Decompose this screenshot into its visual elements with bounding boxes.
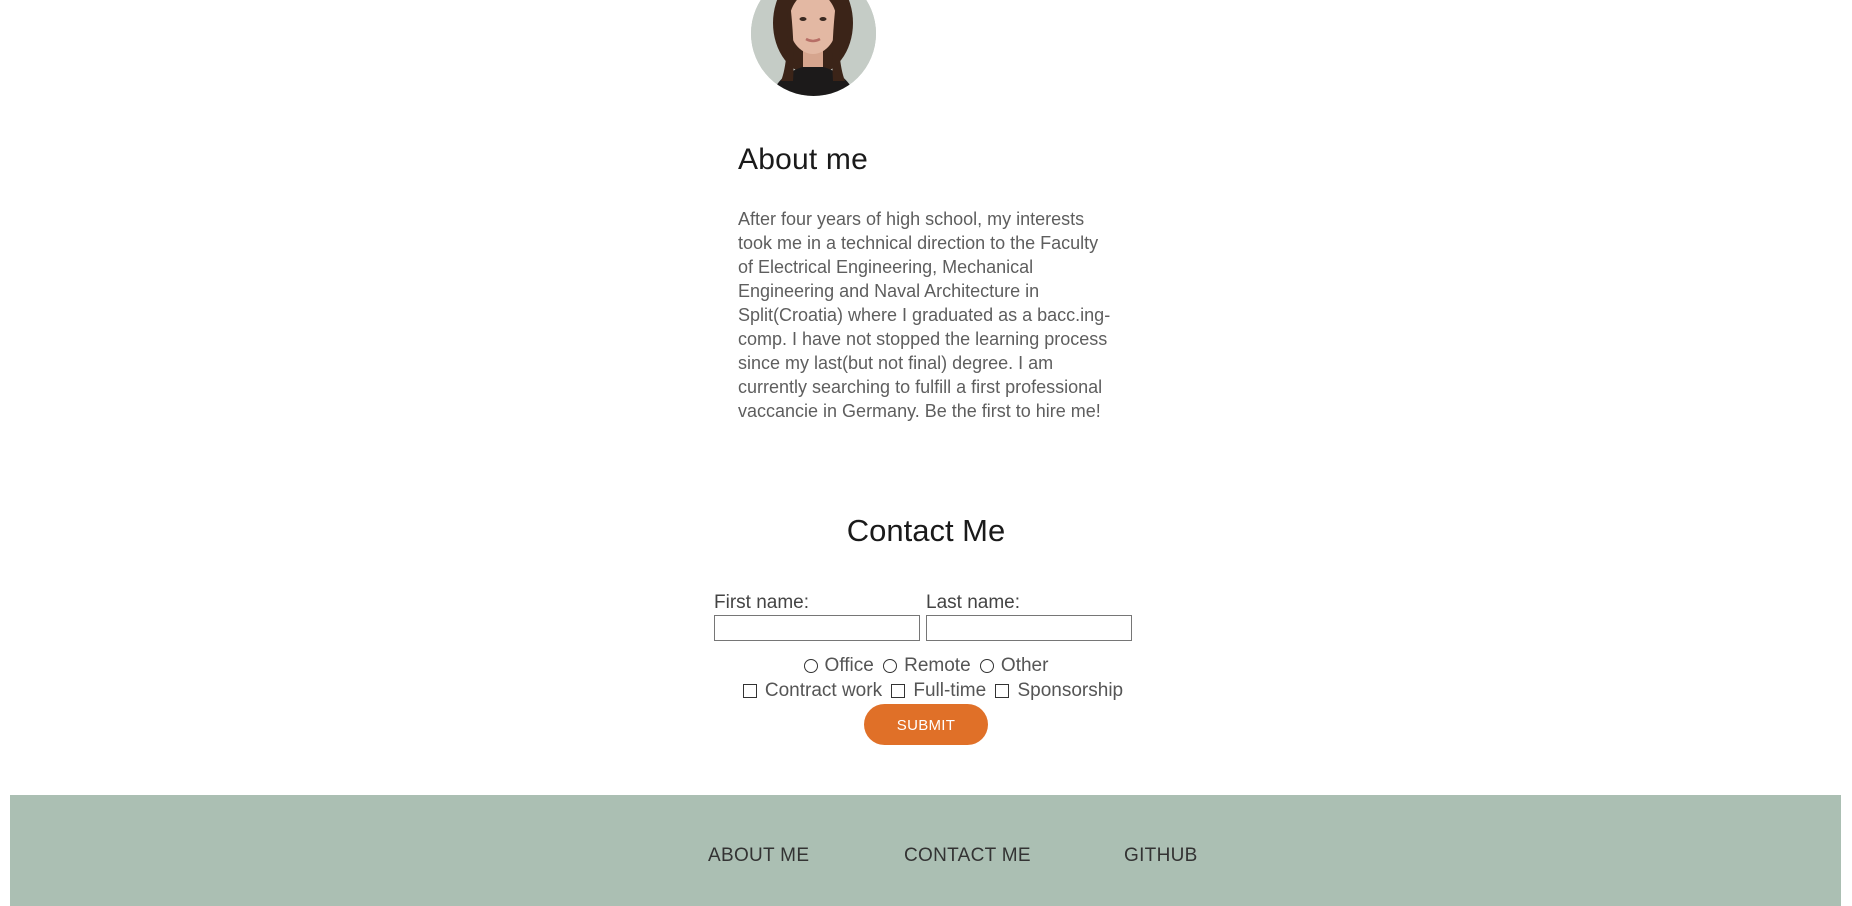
- checkbox-contract-work-label: Contract work: [764, 680, 883, 701]
- checkbox-full-time[interactable]: Full-time: [891, 680, 986, 702]
- employment-type-options: Contract work Full-time Sponsorship: [7, 680, 1852, 704]
- last-name-label: Last name:: [926, 592, 1020, 613]
- checkbox-full-time-label: Full-time: [913, 680, 987, 701]
- first-name-label: First name:: [714, 592, 810, 613]
- radio-office-label: Office: [824, 655, 874, 676]
- about-text: After four years of high school, my inte…: [738, 209, 1111, 421]
- radio-button-icon[interactable]: [803, 659, 818, 673]
- work-location-options: Office Remote Other: [0, 655, 1852, 679]
- radio-other[interactable]: Other: [979, 655, 1049, 677]
- radio-button-icon[interactable]: [979, 659, 994, 673]
- footer-link-contact-me[interactable]: CONTACT ME: [904, 845, 1031, 867]
- radio-other-label: Other: [1000, 655, 1049, 676]
- first-name-input[interactable]: [714, 615, 920, 641]
- checkbox-sponsorship[interactable]: Sponsorship: [995, 680, 1123, 702]
- radio-button-icon[interactable]: [883, 659, 898, 673]
- footer-link-github[interactable]: GITHUB: [1124, 845, 1198, 867]
- contact-heading: Contact Me: [846, 513, 1006, 548]
- radio-office[interactable]: Office: [803, 655, 874, 677]
- footer: ABOUT ME CONTACT ME GITHUB: [10, 795, 1841, 906]
- radio-remote[interactable]: Remote: [883, 655, 971, 677]
- last-name-input[interactable]: [926, 615, 1132, 641]
- checkbox-icon[interactable]: [891, 684, 906, 698]
- about-heading: About me: [738, 143, 869, 176]
- radio-remote-label: Remote: [904, 655, 971, 676]
- checkbox-sponsorship-label: Sponsorship: [1017, 680, 1124, 701]
- checkbox-contract-work[interactable]: Contract work: [742, 680, 883, 702]
- footer-link-about-me[interactable]: ABOUT ME: [708, 845, 809, 867]
- checkbox-icon[interactable]: [995, 684, 1010, 698]
- submit-button[interactable]: SUBMIT: [864, 704, 988, 745]
- page: About me After four years of high school…: [0, 0, 1852, 906]
- checkbox-icon[interactable]: [742, 684, 757, 698]
- profile-photo: [751, 0, 876, 96]
